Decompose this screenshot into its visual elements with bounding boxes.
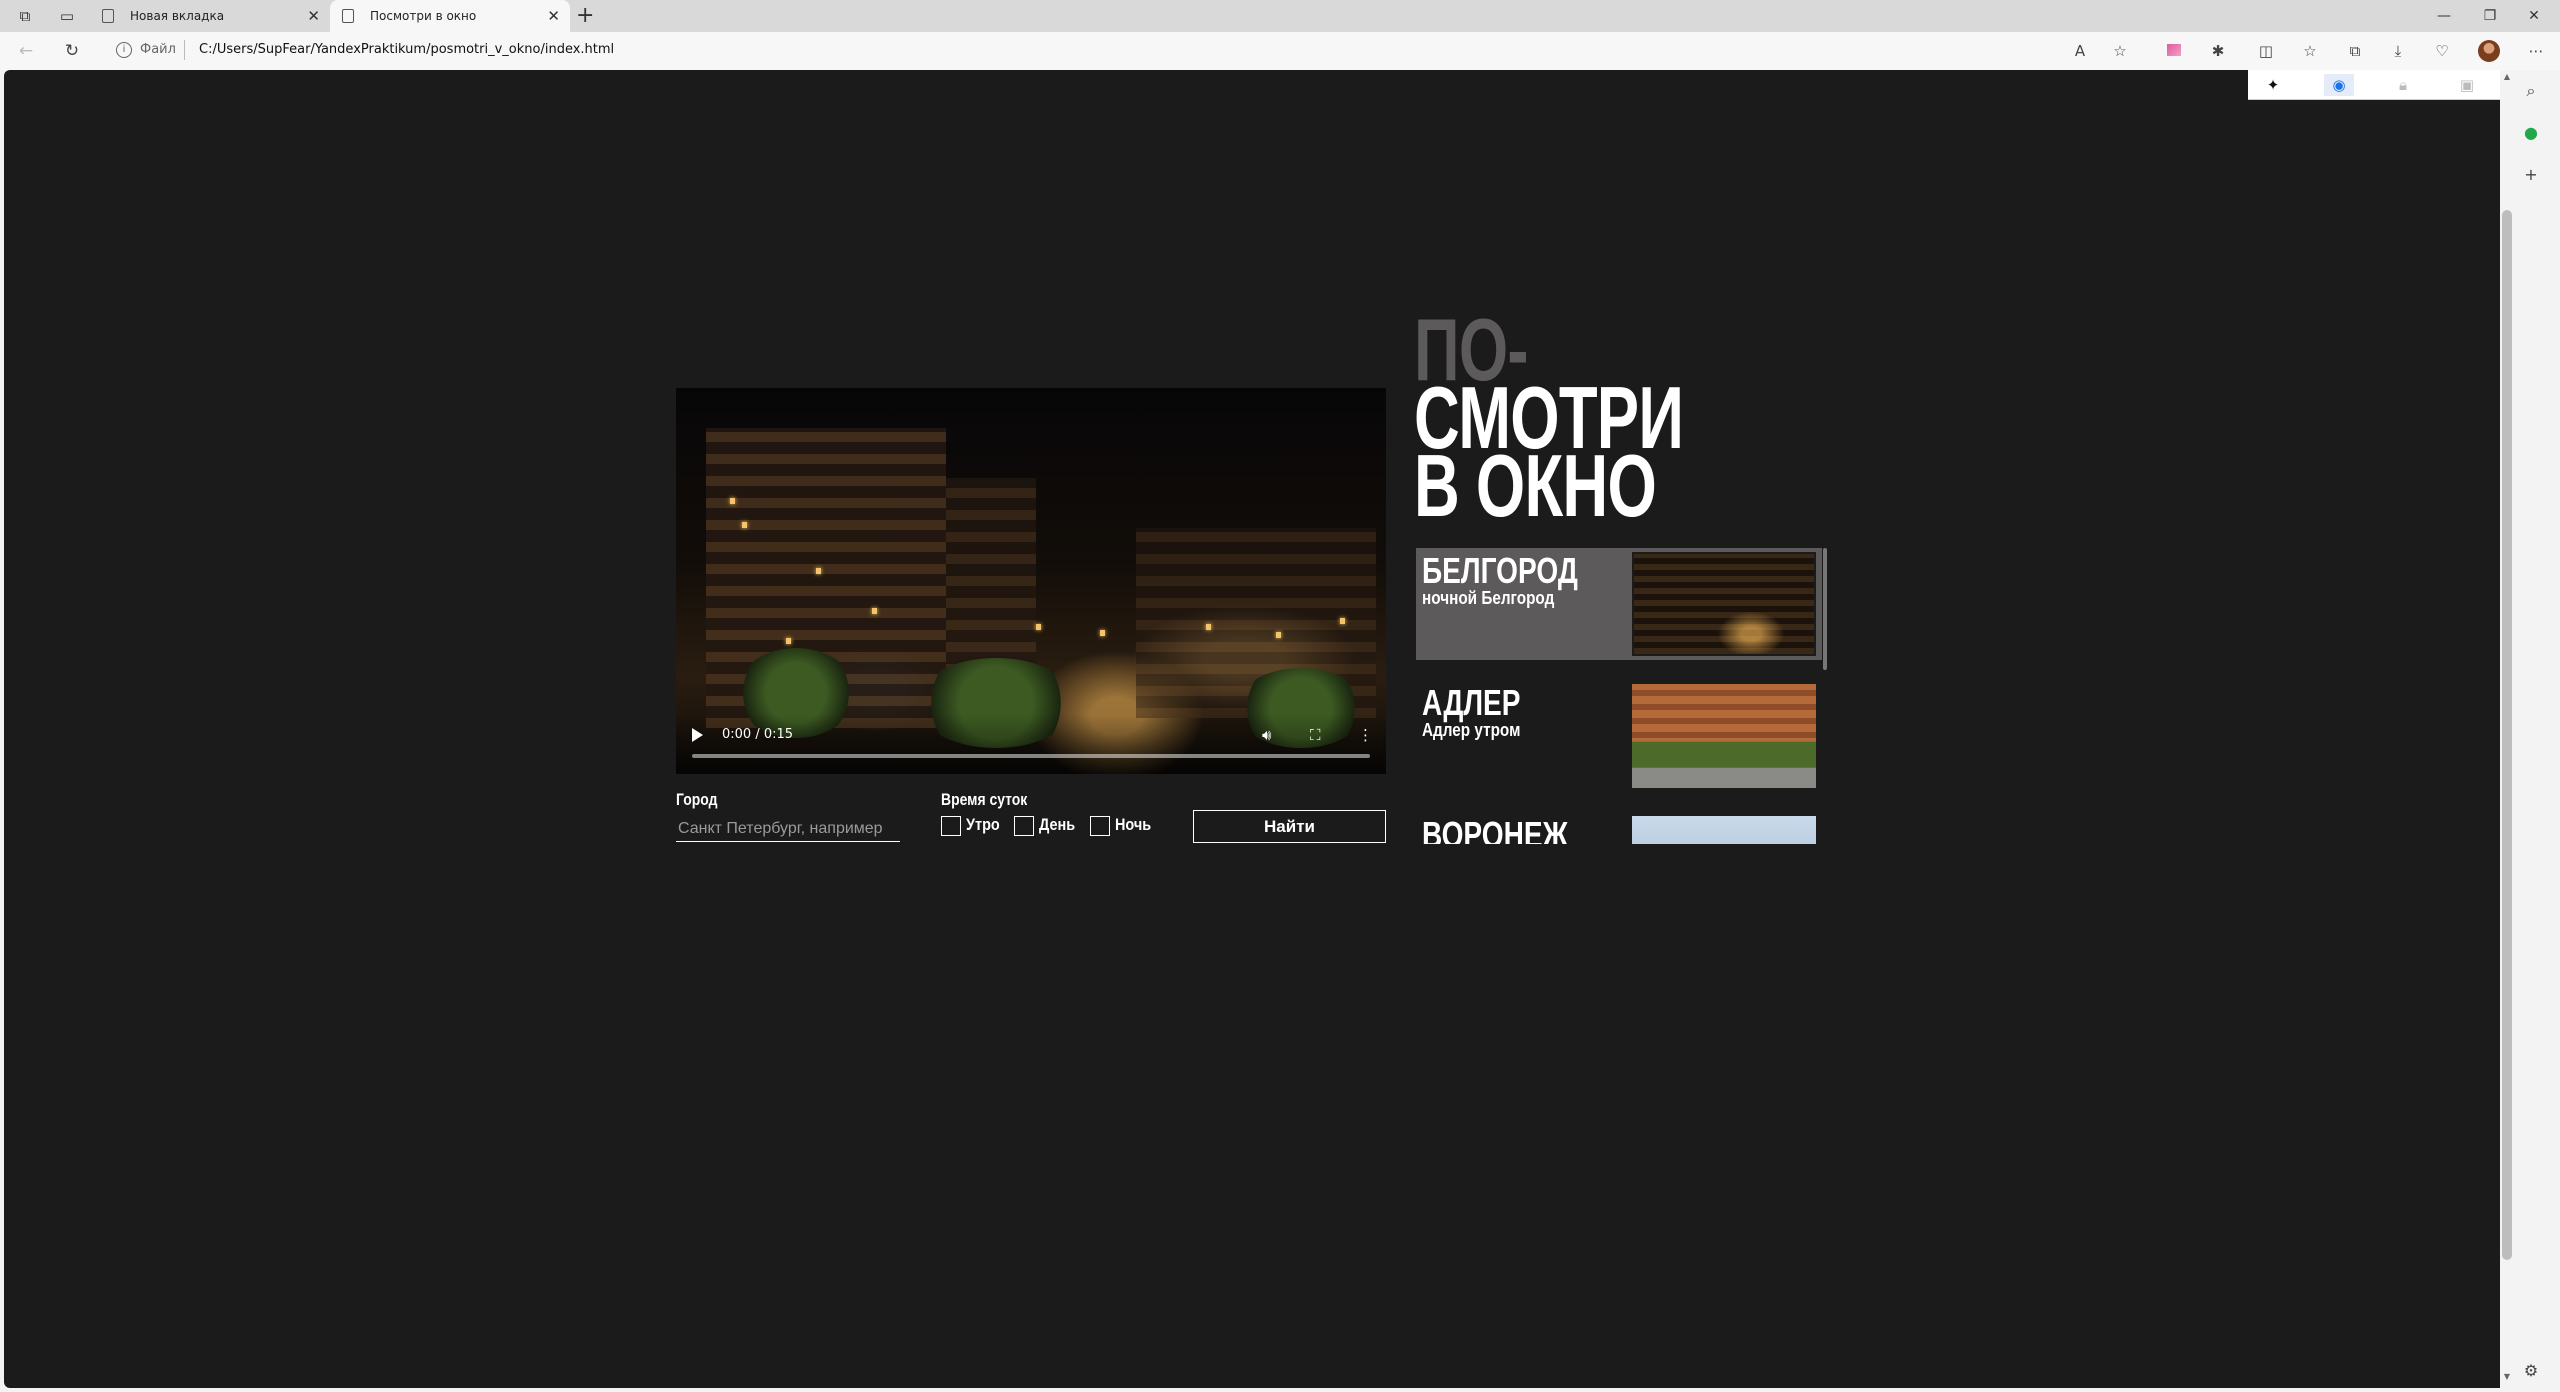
address-bar: ← ↻ i Файл C:/Users/SupFear/YandexPrakti… [0, 32, 2560, 70]
add-sidebar-app-icon[interactable]: + [2520, 164, 2542, 186]
tab-label: Новая вкладка [130, 9, 225, 23]
new-tab-button[interactable]: + [576, 0, 594, 32]
url-input[interactable]: C:/Users/SupFear/YandexPraktikum/posmotr… [199, 42, 614, 57]
page-icon [102, 9, 114, 23]
profile-avatar[interactable] [2478, 40, 2500, 62]
city-item-voronezh[interactable]: ВОРОНЕЖ [1416, 812, 1822, 844]
night-label: Ночь [1115, 815, 1152, 834]
extension-popup: ✦ ◉ 🔒︎ ▣ [2248, 70, 2500, 100]
close-tab-icon[interactable]: ✕ [307, 0, 320, 32]
favorite-star-icon[interactable]: ☆ [2110, 41, 2130, 61]
video-window-light [872, 608, 877, 614]
video-window-light [742, 522, 747, 528]
lock-icon[interactable]: 🔒︎ [2388, 74, 2418, 96]
page-icon [342, 9, 354, 23]
reload-icon[interactable]: ↻ [60, 40, 84, 62]
day-checkbox[interactable] [1014, 816, 1034, 836]
split-screen-icon[interactable]: ◫ [2256, 41, 2276, 61]
day-label: День [1039, 815, 1076, 834]
video-window-light [1340, 618, 1345, 624]
time-of-day-label: Время суток [941, 790, 1028, 809]
browser-essentials-icon[interactable]: ♡ [2432, 41, 2452, 61]
read-aloud-icon[interactable]: A [2070, 41, 2090, 61]
video-window-light [816, 568, 821, 574]
sparkle-icon[interactable]: ✦ [2258, 74, 2288, 96]
city-name: АДЛЕР [1422, 682, 1521, 723]
tab-bar: ⧉ ▭ Новая вкладка ✕ Посмотри в окно ✕ + … [0, 0, 2560, 32]
tab-actions-icon[interactable]: ▭ [56, 6, 78, 26]
city-label: Город [676, 790, 718, 809]
sidebar-settings-icon[interactable]: ⚙ [2520, 1360, 2542, 1382]
info-icon[interactable]: i [116, 42, 132, 58]
night-checkbox[interactable] [1090, 816, 1110, 836]
city-name: БЕЛГОРОД [1422, 550, 1578, 591]
search-button[interactable]: Найти [1193, 810, 1386, 843]
search-icon[interactable]: ⌕ [2520, 80, 2542, 102]
video-window-light [1276, 632, 1281, 638]
scroll-down-icon[interactable]: ▼ [2502, 1372, 2512, 1381]
video-player[interactable]: 0:00 / 0:15 🔊︎ ⛶ ⋮ [676, 388, 1386, 774]
extensions-puzzle-icon[interactable]: ✱ [2208, 41, 2228, 61]
window-close-icon[interactable]: ✕ [2514, 0, 2554, 32]
video-window-light [730, 498, 735, 504]
tab-posmotri-v-okno[interactable]: Посмотри в окно ✕ [330, 0, 570, 32]
city-thumbnail [1632, 552, 1816, 656]
city-thumbnail [1632, 684, 1816, 788]
close-tab-icon[interactable]: ✕ [547, 0, 560, 32]
video-time: 0:00 / 0:15 [722, 727, 794, 742]
collections-icon[interactable]: ⧉ [2345, 41, 2365, 61]
url-scheme: Файл [140, 42, 176, 57]
city-list: БЕЛГОРОД ночной Белгород АДЛЕР Адлер утр… [1416, 548, 1830, 844]
volume-icon[interactable]: 🔊︎ [1262, 726, 1271, 744]
extension-icon[interactable] [2164, 41, 2184, 61]
downloads-icon[interactable]: ⤓ [2388, 41, 2408, 61]
restore-icon[interactable]: ❐ [2470, 0, 2510, 32]
city-item-adler[interactable]: АДЛЕР Адлер утром [1416, 680, 1822, 792]
video-window-light [1100, 630, 1105, 636]
city-thumbnail [1632, 816, 1816, 844]
city-input[interactable] [676, 816, 900, 842]
favorites-icon[interactable]: ☆ [2300, 41, 2320, 61]
heading-line-3: В ОКНО [1414, 436, 1657, 535]
page-scrollbar-thumb[interactable] [2502, 210, 2512, 1260]
eye-icon[interactable]: ◉ [2324, 74, 2354, 96]
city-description: ночной Белгород [1422, 588, 1555, 608]
minimize-icon[interactable]: — [2424, 0, 2464, 32]
url-divider [184, 40, 185, 60]
fullscreen-icon[interactable]: ⛶ [1310, 726, 1321, 744]
play-icon[interactable] [692, 728, 703, 742]
whatsapp-icon[interactable]: ● [2520, 122, 2542, 144]
morning-checkbox[interactable] [941, 816, 961, 836]
tab-label: Посмотри в окно [370, 9, 477, 23]
screen-icon[interactable]: ▣ [2452, 74, 2482, 96]
video-window-light [1206, 624, 1211, 630]
video-menu-icon[interactable]: ⋮ [1358, 726, 1373, 744]
city-description: Адлер утром [1422, 720, 1521, 740]
video-progress-bar[interactable] [692, 754, 1370, 758]
city-list-scrollbar[interactable] [1823, 548, 1827, 670]
video-window-light [1036, 624, 1041, 630]
tab-new-tab[interactable]: Новая вкладка ✕ [90, 0, 330, 32]
scroll-up-icon[interactable]: ▲ [2502, 72, 2512, 81]
morning-label: Утро [966, 815, 1000, 834]
settings-more-icon[interactable]: ⋯ [2526, 41, 2546, 61]
city-name: ВОРОНЕЖ [1422, 814, 1569, 844]
video-window-light [786, 638, 791, 644]
city-item-belgorod[interactable]: БЕЛГОРОД ночной Белгород [1416, 548, 1822, 660]
back-icon[interactable]: ← [14, 40, 38, 62]
video-controls: 0:00 / 0:15 🔊︎ ⛶ ⋮ [676, 714, 1386, 774]
workspaces-icon[interactable]: ⧉ [14, 6, 36, 26]
